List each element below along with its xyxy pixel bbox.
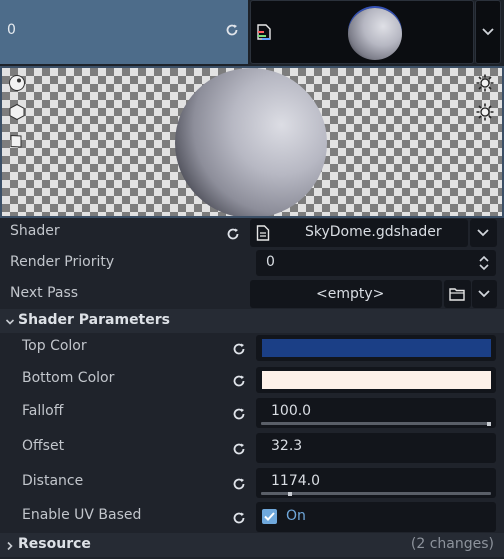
distance-slider[interactable]: 1174.0 [256, 468, 496, 498]
sphere-preview-icon[interactable] [6, 72, 28, 94]
shader-parameters-title: Shader Parameters [18, 312, 170, 328]
stepper-icon[interactable] [478, 255, 490, 275]
shader-parameters-header[interactable]: Shader Parameters [0, 309, 504, 333]
bottom-color-label: Bottom Color [22, 370, 115, 386]
distance-label: Distance [22, 473, 84, 489]
enable-uv-based-label: Enable UV Based [22, 507, 142, 523]
material-dropdown-button[interactable] [475, 0, 501, 64]
revert-icon[interactable] [231, 510, 247, 526]
top-color-picker[interactable] [256, 335, 496, 361]
falloff-slider-track[interactable] [261, 422, 491, 425]
render-priority-value: 0 [266, 254, 275, 270]
bottom-color-picker[interactable] [256, 367, 496, 393]
next-pass-value: <empty> [316, 286, 385, 302]
next-pass-label: Next Pass [10, 285, 79, 301]
checkbox-icon[interactable] [262, 509, 277, 524]
array-index-label: 0 [7, 22, 16, 38]
shader-value: SkyDome.gdshader [305, 224, 442, 240]
load-resource-button[interactable] [444, 280, 471, 308]
next-pass-resource-picker[interactable]: <empty> [250, 280, 442, 308]
revert-icon[interactable] [231, 406, 247, 422]
top-color-label: Top Color [22, 338, 87, 354]
render-priority-spinbox[interactable]: 0 [256, 250, 496, 276]
revert-icon[interactable] [231, 441, 247, 457]
top-color-swatch [262, 339, 491, 357]
light-toggle-icon[interactable] [474, 101, 496, 123]
material-preview [0, 66, 504, 218]
offset-value: 32.3 [271, 438, 303, 454]
distance-value: 1174.0 [271, 473, 320, 489]
material-thumbnail [348, 8, 402, 60]
chevron-right-icon [5, 539, 15, 555]
shader-label: Shader [10, 223, 60, 239]
offset-label: Offset [22, 438, 65, 454]
revert-icon[interactable] [225, 226, 241, 242]
file-icon [256, 225, 270, 245]
chevron-down-icon [5, 315, 15, 331]
enable-uv-based-checkbox[interactable]: On [256, 502, 496, 532]
light-toggle-icon[interactable] [474, 72, 496, 94]
shader-resource-picker[interactable]: SkyDome.gdshader [250, 219, 468, 247]
revert-icon[interactable] [231, 341, 247, 357]
chevron-down-icon [481, 26, 495, 42]
material-resource-slot[interactable] [250, 0, 474, 64]
resource-section-header[interactable]: Resource (2 changes) [0, 533, 504, 557]
revert-icon[interactable] [231, 373, 247, 389]
bottom-color-swatch [262, 371, 491, 389]
array-index-cell[interactable]: 0 [0, 0, 248, 64]
resource-section-title: Resource [18, 536, 91, 552]
offset-spinbox[interactable]: 32.3 [256, 433, 496, 463]
resource-changes-count: (2 changes) [410, 536, 494, 552]
render-priority-label: Render Priority [10, 254, 115, 270]
falloff-slider[interactable]: 100.0 [256, 398, 496, 428]
revert-icon[interactable] [231, 476, 247, 492]
falloff-slider-grabber[interactable] [487, 421, 491, 426]
shader-dropdown-button[interactable] [470, 219, 497, 247]
chevron-down-icon [477, 288, 491, 304]
folder-icon [449, 287, 465, 305]
preview-sphere [175, 68, 327, 216]
quad-preview-icon[interactable] [6, 130, 28, 152]
enable-uv-based-value: On [286, 508, 306, 524]
falloff-value: 100.0 [271, 403, 312, 419]
falloff-label: Falloff [22, 403, 64, 419]
next-pass-dropdown-button[interactable] [472, 280, 497, 308]
shader-material-icon [256, 23, 272, 45]
box-preview-icon[interactable] [6, 101, 28, 123]
revert-icon[interactable] [224, 22, 240, 38]
chevron-down-icon [476, 227, 490, 243]
distance-slider-track[interactable] [261, 492, 491, 495]
distance-slider-grabber[interactable] [288, 491, 293, 496]
